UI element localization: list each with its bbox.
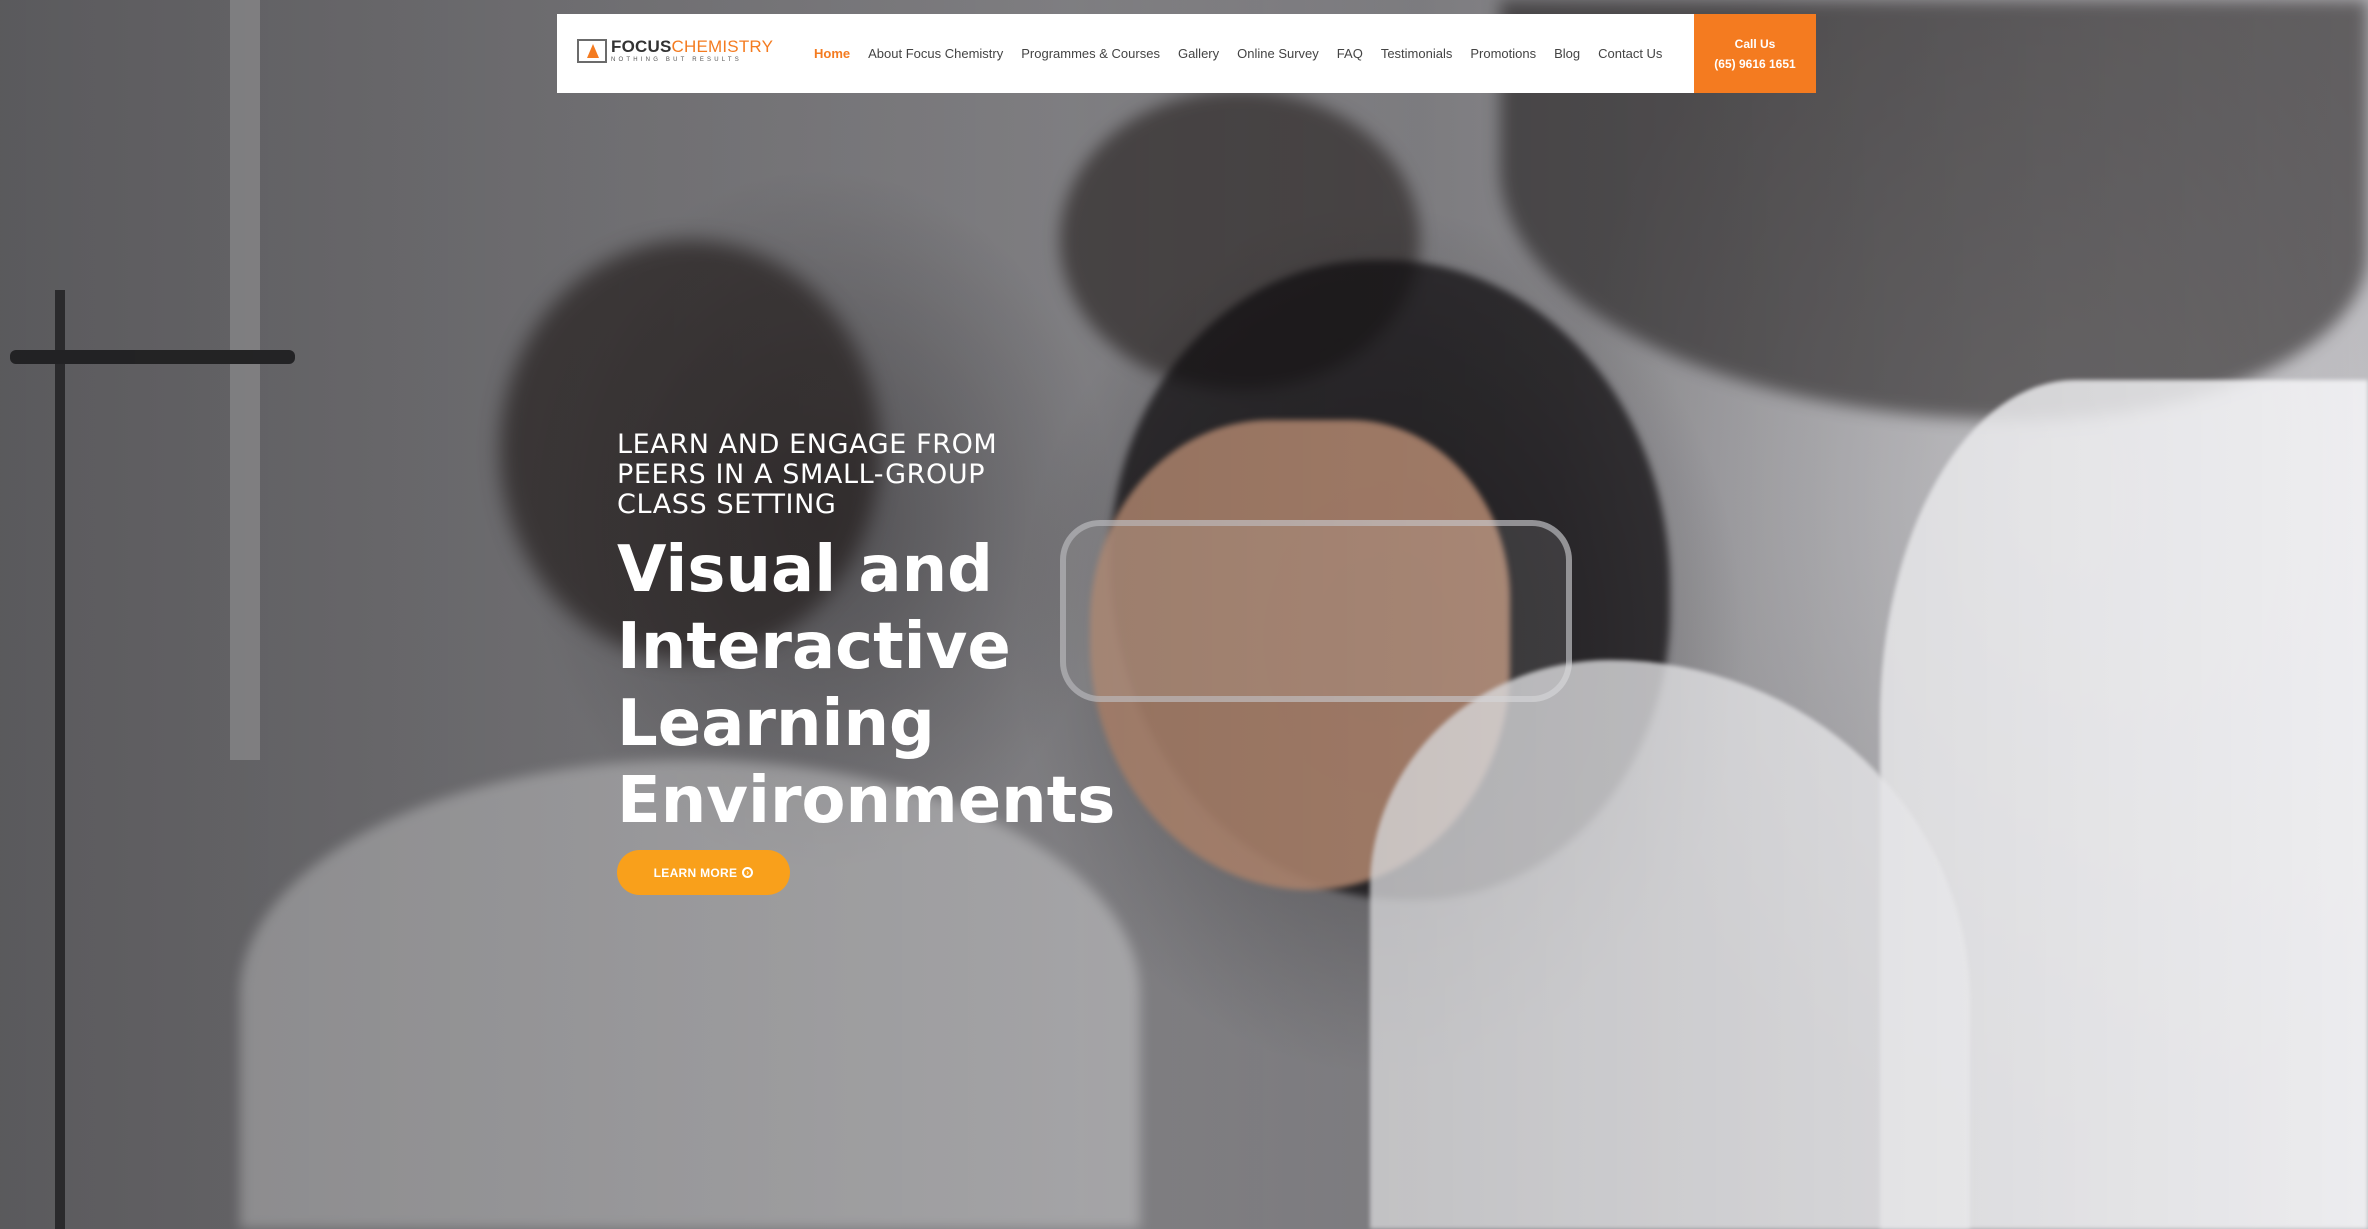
nav-item-testimonials[interactable]: Testimonials [1381, 46, 1453, 61]
flask-logo-icon [577, 38, 607, 63]
hero-overlay [0, 0, 2368, 1229]
logo-title-part2: CHEMISTRY [671, 37, 774, 56]
site-logo[interactable]: FOCUSCHEMISTRY NOTHING BUT RESULTS [577, 38, 773, 63]
logo-title-part1: FOCUS [611, 37, 672, 56]
call-us-phone: (65) 9616 1651 [1714, 56, 1796, 71]
nav-item-blog[interactable]: Blog [1554, 46, 1580, 61]
nav-item-contact[interactable]: Contact Us [1598, 46, 1662, 61]
student-center-hair [1110, 260, 1670, 900]
logo-tagline: NOTHING BUT RESULTS [611, 57, 742, 63]
lab-stand-pole [55, 290, 65, 1229]
hero-eyebrow: LEARN AND ENGAGE FROM PEERS IN A SMALL-G… [617, 429, 998, 520]
student-right-coat [1880, 380, 2368, 1229]
lab-stand-clamp [10, 350, 295, 364]
student-back-head [1060, 90, 1420, 390]
lab-tube-background [230, 0, 260, 760]
call-us-button[interactable]: Call Us (65) 9616 1651 [1694, 14, 1816, 93]
call-us-label: Call Us [1734, 36, 1776, 51]
main-nav: Home About Focus Chemistry Programmes & … [814, 14, 1680, 93]
nav-item-programmes[interactable]: Programmes & Courses [1021, 46, 1160, 61]
hero-headline: Visual and Interactive Learning Environm… [617, 533, 1116, 838]
nav-item-about[interactable]: About Focus Chemistry [868, 46, 1003, 61]
learn-more-button[interactable]: LEARN MORE › [617, 850, 790, 895]
nav-item-promotions[interactable]: Promotions [1470, 46, 1536, 61]
learn-more-label: LEARN MORE [653, 865, 738, 880]
hero-content: LEARN AND ENGAGE FROM PEERS IN A SMALL-G… [617, 430, 1177, 895]
nav-item-gallery[interactable]: Gallery [1178, 46, 1219, 61]
nav-item-home[interactable]: Home [814, 46, 850, 61]
nav-item-online-survey[interactable]: Online Survey [1237, 46, 1319, 61]
site-header: FOCUSCHEMISTRY NOTHING BUT RESULTS Home … [557, 14, 1816, 93]
nav-item-faq[interactable]: FAQ [1337, 46, 1363, 61]
arrow-circle-right-icon: › [742, 867, 754, 878]
logo-title: FOCUSCHEMISTRY [611, 38, 773, 55]
hero-section: FOCUSCHEMISTRY NOTHING BUT RESULTS Home … [0, 0, 2368, 1229]
student-center-coat [1370, 660, 1970, 1229]
